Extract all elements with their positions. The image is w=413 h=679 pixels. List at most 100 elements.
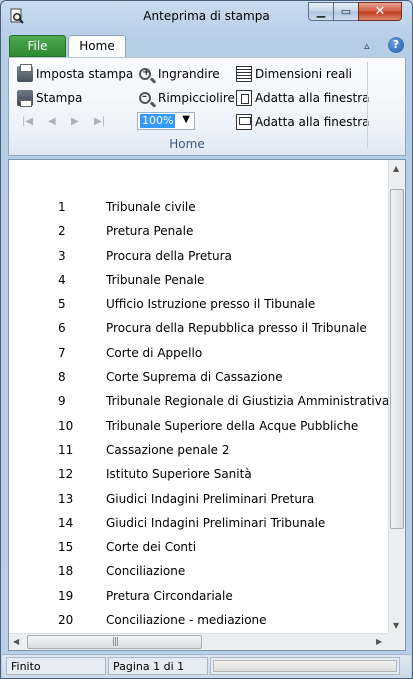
list-item-label: Tribunale Penale: [106, 272, 205, 287]
list-item-number: 9: [58, 394, 66, 409]
maximize-icon: ▭: [340, 5, 352, 18]
close-button[interactable]: ✕: [358, 2, 402, 21]
horizontal-scroll-thumb[interactable]: |||: [27, 635, 202, 649]
zoom-out-button[interactable]: Rimpicciolire: [139, 88, 235, 108]
vertical-scroll-thumb[interactable]: [390, 189, 404, 529]
list-item-label: Tribunale civile: [106, 200, 196, 214]
list-item-label: Giudici Indagini Preliminari Pretura: [106, 491, 315, 506]
list-item: 20 Conciliazione - mediazione: [9, 609, 387, 633]
zoom-in-label: Ingrandire: [158, 67, 220, 81]
list-item-number: 18: [58, 564, 74, 579]
previous-page-icon[interactable]: ◀: [48, 116, 56, 127]
list-item-number: 12: [58, 467, 74, 482]
last-page-icon[interactable]: ▶|: [94, 116, 105, 127]
page-setup-button[interactable]: Imposta stampa: [17, 64, 133, 84]
preview-page[interactable]: 1 Tribunale civile 2 Pretura Penale 3 Procura…: [8, 159, 406, 651]
fit-window-icon: [236, 90, 252, 106]
ribbon-tab-row: File Home ▵ ?: [2, 33, 411, 58]
zoom-select[interactable]: 100% ▼: [137, 112, 195, 130]
tab-home[interactable]: Home: [68, 35, 126, 58]
list-item-label: Procura della Pretura: [106, 248, 232, 263]
list-item-label: Conciliazione - mediazione: [106, 613, 267, 628]
list-item-label: Conciliazione: [106, 564, 186, 579]
chevron-down-icon[interactable]: ▼: [182, 114, 190, 125]
list-item-number: 20: [58, 613, 74, 628]
collapse-ribbon-icon[interactable]: ▵: [364, 39, 370, 52]
list-item-label: Tribunale Superiore della Acque Pubblich…: [106, 418, 359, 433]
list-item: 18 Conciliazione: [9, 560, 387, 584]
status-text: Finito: [6, 657, 106, 675]
vertical-scrollbar[interactable]: ▲ ▼: [388, 160, 405, 634]
fit-window-width-button[interactable]: Adatta alla finestra: [236, 112, 370, 132]
list-item: 7 Corte di Appello: [9, 342, 387, 366]
list-item-label: Giudici Indagini Preliminari Tribunale: [106, 515, 326, 530]
grip-icon: |||: [112, 637, 119, 647]
list-item-number: 8: [58, 370, 66, 385]
title-bar[interactable]: Anteprima di stampa ▁ ▭ ✕: [1, 1, 412, 31]
print-button[interactable]: Stampa: [17, 88, 82, 108]
close-icon: ✕: [374, 4, 386, 19]
zoom-in-button[interactable]: Ingrandire: [139, 64, 220, 84]
print-preview-window: Anteprima di stampa ▁ ▭ ✕ File Home ▵ ? …: [0, 0, 413, 679]
help-icon[interactable]: ?: [388, 37, 404, 53]
zoom-in-icon: [139, 67, 151, 80]
list-item-number: 5: [58, 297, 66, 312]
scroll-up-icon[interactable]: ▲: [393, 164, 399, 173]
horizontal-scrollbar[interactable]: ◀ ||| ▶: [9, 633, 389, 650]
actual-size-button[interactable]: Dimensioni reali: [236, 64, 352, 84]
list-item-label: Istituto Superiore Sanità: [106, 467, 252, 482]
list-item: 11 Cassazione penale 2: [9, 439, 387, 463]
list-item-label: Procura della Repubblica presso il Tribu…: [106, 321, 367, 336]
list-item: 8 Corte Suprema di Cassazione: [9, 366, 387, 390]
list-item-label: Pretura Circondariale: [106, 588, 233, 603]
page-indicator: Pagina 1 di 1: [108, 657, 208, 675]
list-item: 10 Tribunale Superiore della Acque Pubbli…: [9, 415, 387, 439]
list-item: 6 Procura della Repubblica presso il Trib…: [9, 317, 387, 341]
ribbon-home: Imposta stampa Stampa |◀ ◀ ▶ ▶| Ingrandi…: [8, 57, 406, 156]
scroll-left-icon[interactable]: ◀: [13, 637, 19, 646]
list-item: 19 Pretura Circondariale: [9, 585, 387, 609]
next-page-icon[interactable]: ▶: [71, 116, 79, 127]
list-item-number: 14: [58, 515, 74, 530]
list-item-label: Corte di Appello: [106, 345, 203, 360]
maximize-button[interactable]: ▭: [333, 2, 359, 21]
list-item: 14 Giudici Indagini Preliminari Tribunale: [9, 512, 387, 536]
list-item-label: Pretura Penale: [106, 224, 194, 239]
list-item-label: Corte Suprema di Cassazione: [106, 370, 283, 385]
ribbon-group-separator: [367, 62, 368, 148]
actual-size-label: Dimensioni reali: [255, 67, 353, 81]
list-item-label: Corte dei Conti: [106, 540, 197, 555]
list-item-number: 7: [58, 345, 66, 360]
minimize-button[interactable]: ▁: [308, 2, 334, 21]
list-item-number: 1: [58, 200, 66, 214]
actual-size-icon: [236, 66, 252, 82]
fit-window-width-label: Adatta alla finestra: [255, 115, 370, 129]
list-item-number: 15: [58, 540, 74, 555]
list-item: 1 Tribunale civile: [9, 196, 387, 220]
scroll-down-icon[interactable]: ▼: [393, 621, 399, 630]
fit-window-width-icon: [236, 114, 252, 130]
list-item-label: Cassazione penale 2: [106, 442, 230, 457]
fit-window-button[interactable]: Adatta alla finestra: [236, 88, 370, 108]
fit-window-label: Adatta alla finestra: [255, 91, 370, 105]
list-item-number: 13: [58, 491, 74, 506]
scrollbar-corner: [388, 633, 405, 650]
list-item: 5 Ufficio Istruzione presso il Tibunale: [9, 293, 387, 317]
list-item-label: Tribunale Regionale di Giustizia Amminis…: [106, 394, 390, 409]
tab-file[interactable]: File: [9, 35, 66, 57]
first-page-icon[interactable]: |◀: [22, 116, 33, 127]
list-item: 4 Tribunale Penale: [9, 269, 387, 293]
scroll-right-icon[interactable]: ▶: [376, 637, 382, 646]
printer-icon: [17, 90, 33, 107]
preview-list: 1 Tribunale civile 2 Pretura Penale 3 Procura…: [9, 196, 390, 633]
print-label: Stampa: [36, 91, 83, 105]
list-item: 15 Corte dei Conti: [9, 536, 387, 560]
list-item-number: 10: [58, 418, 74, 433]
page-setup-label: Imposta stampa: [36, 67, 134, 81]
list-item-number: 19: [58, 588, 74, 603]
status-progress-cell: [210, 657, 400, 675]
list-item: 12 Istituto Superiore Sanità: [9, 463, 387, 487]
list-item: 2 Pretura Penale: [9, 220, 387, 244]
list-item-number: 11: [58, 442, 74, 457]
zoom-out-icon: [139, 91, 151, 104]
